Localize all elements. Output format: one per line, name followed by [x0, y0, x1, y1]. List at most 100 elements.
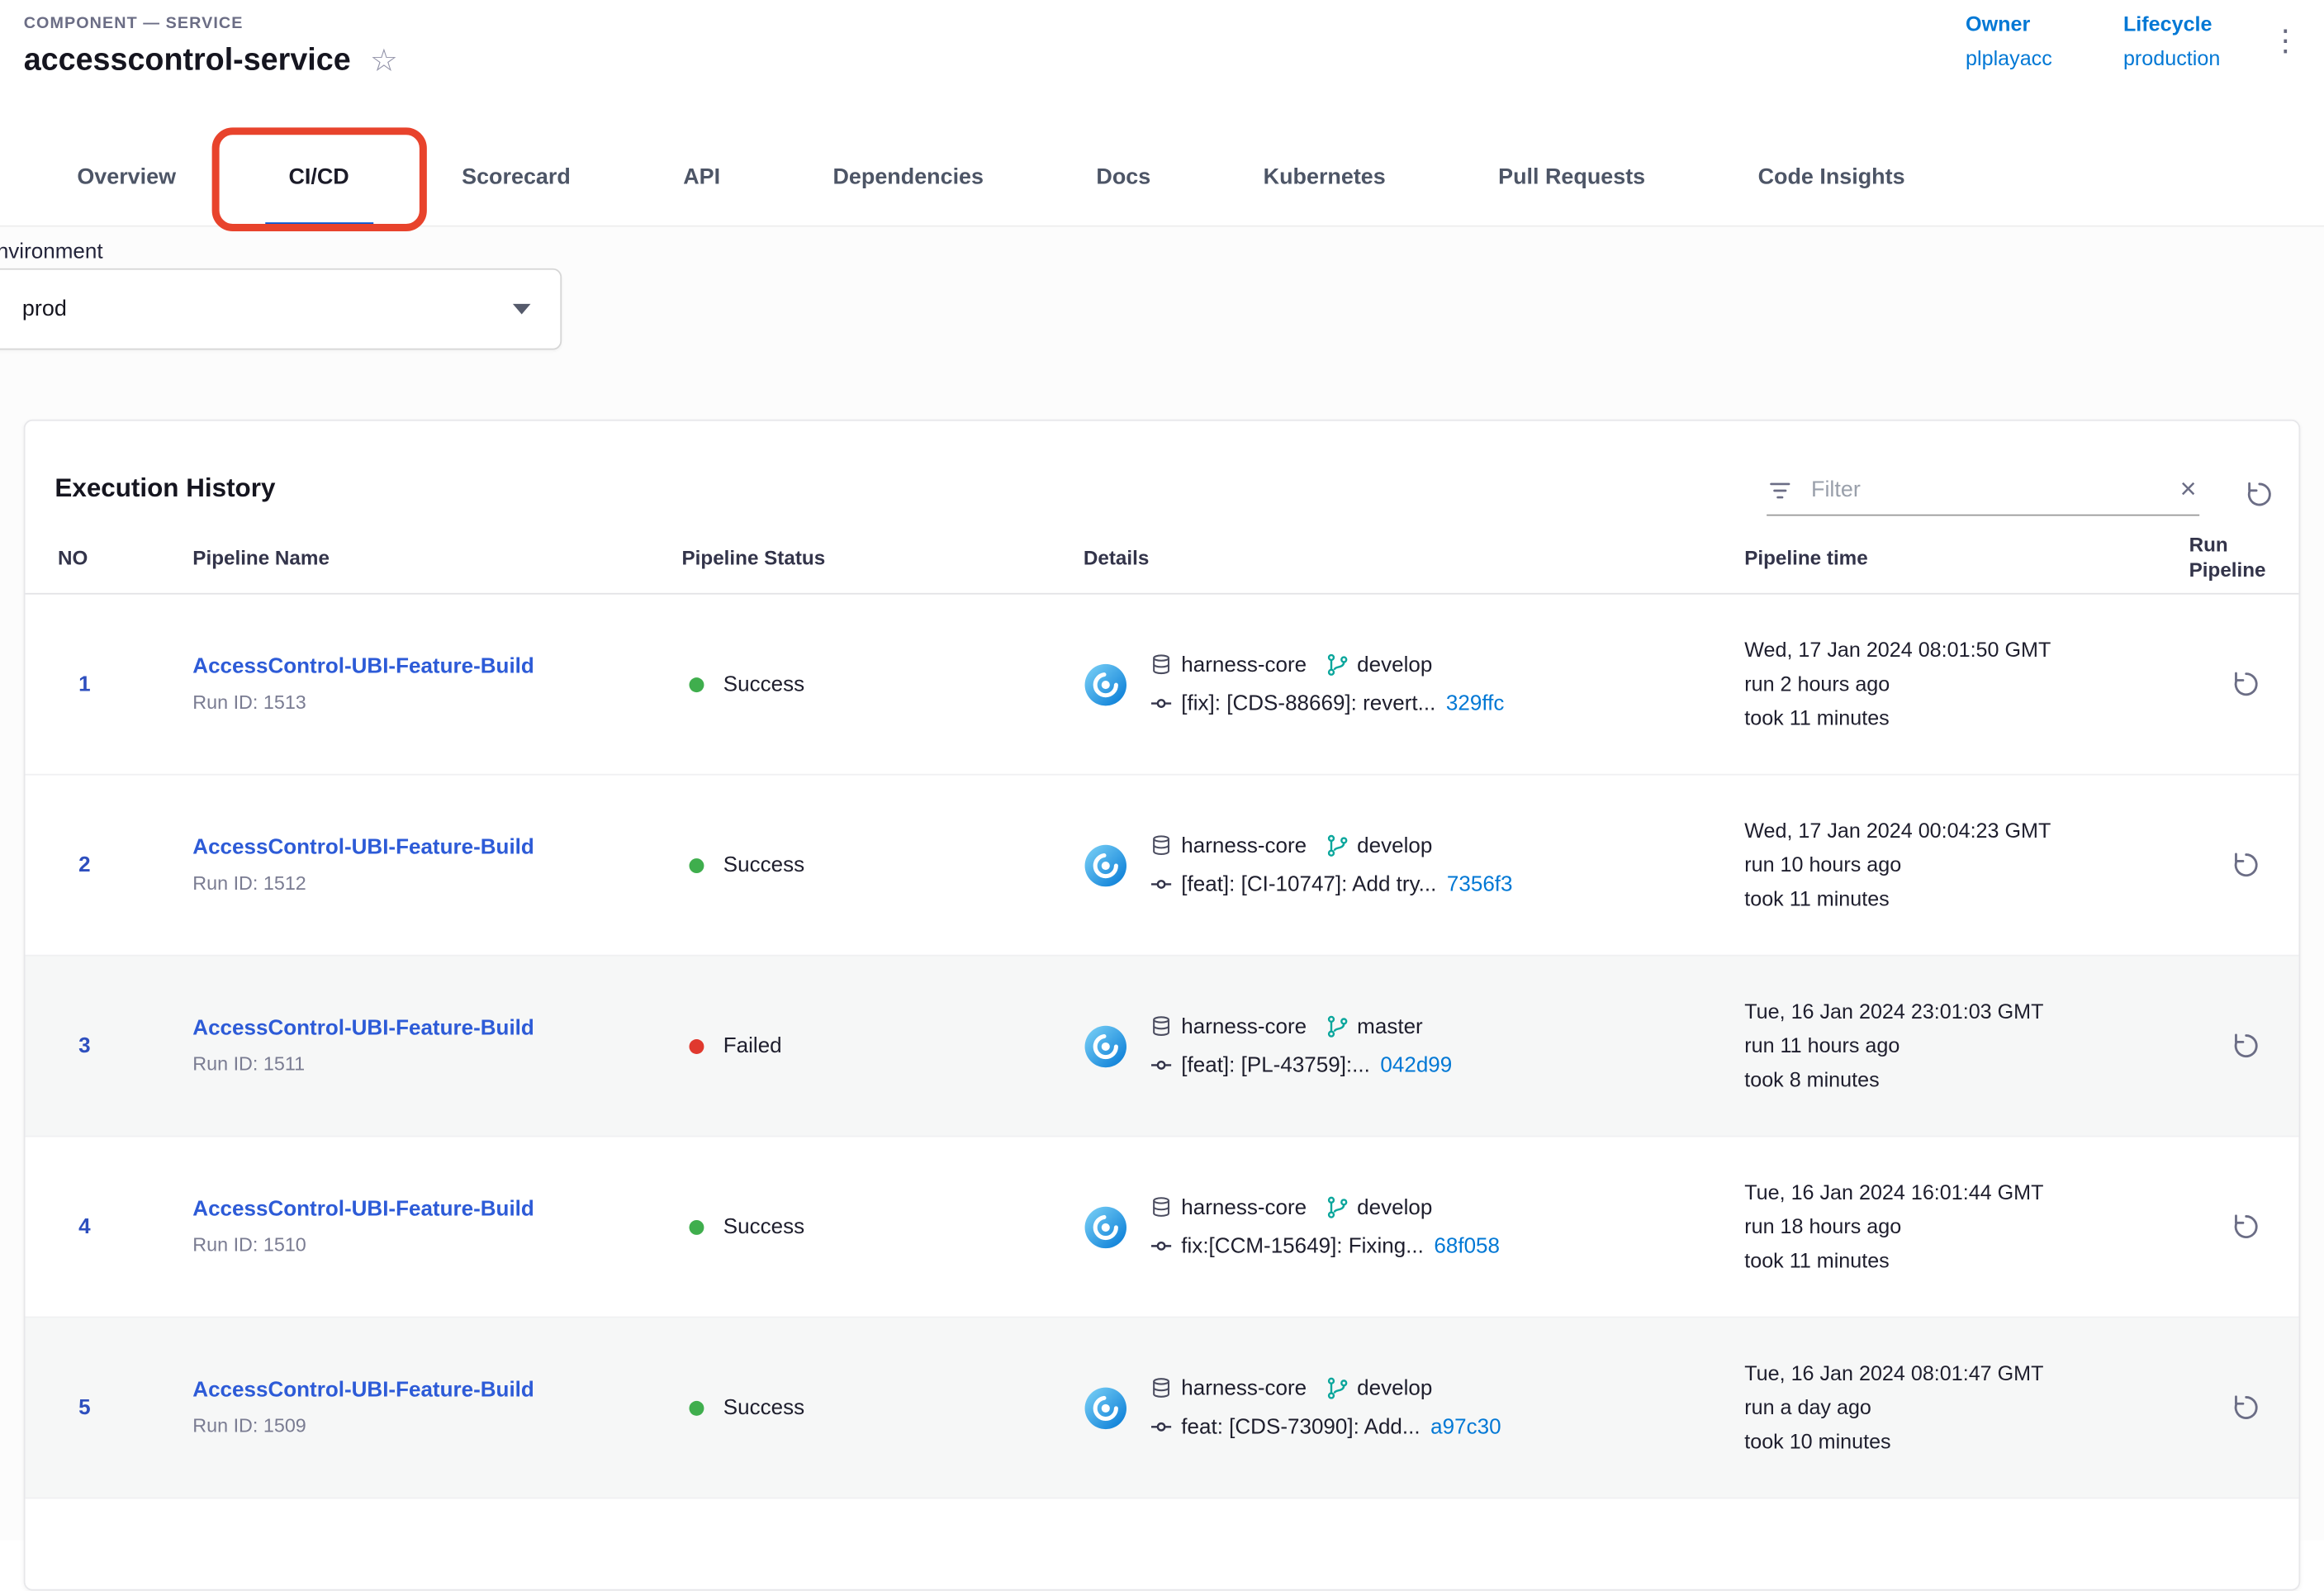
pipeline-name-link[interactable]: AccessControl-UBI-Feature-Build [192, 655, 681, 679]
status-label: Failed [723, 1034, 782, 1058]
repository-icon [1149, 653, 1174, 678]
column-header-pipeline-time: Pipeline time [1744, 546, 2189, 571]
pipeline-time-cell: Tue, 16 Jan 2024 23:01:03 GMT run 11 hou… [1744, 995, 2189, 1097]
rerun-icon [2230, 668, 2261, 700]
pipeline-time-duration: took 11 minutes [1744, 882, 2189, 916]
row-number: 3 [58, 1034, 192, 1058]
chevron-down-icon [513, 304, 531, 315]
tab-scorecard[interactable]: Scorecard [406, 127, 627, 225]
more-options-icon[interactable]: ⋮ [2270, 26, 2300, 56]
repository-icon [1149, 1014, 1174, 1040]
branch-name: master [1357, 1014, 1423, 1038]
pipeline-status-cell: Failed [682, 1034, 1084, 1058]
pipeline-name-link[interactable]: AccessControl-UBI-Feature-Build [192, 1379, 681, 1403]
pipeline-time-duration: took 10 minutes [1744, 1425, 2189, 1459]
commit-message: feat: [CDS-73090]: Add... [1181, 1415, 1420, 1439]
pipeline-name-link[interactable]: AccessControl-UBI-Feature-Build [192, 1198, 681, 1222]
panel-title: Execution History [55, 473, 275, 504]
status-label: Success [723, 672, 804, 696]
git-branch-icon [1325, 833, 1350, 859]
details-cell: harness-core develop feat: [CDS-73090]: … [1084, 1375, 1744, 1439]
run-pipeline-button[interactable] [2230, 849, 2261, 881]
clear-filter-icon[interactable]: × [2177, 476, 2199, 504]
refresh-button[interactable] [2244, 479, 2275, 511]
owner-link[interactable]: plplayacc [1966, 46, 2052, 70]
pipeline-status-cell: Success [682, 672, 1084, 696]
pipeline-time-date: Tue, 16 Jan 2024 23:01:03 GMT [1744, 995, 2189, 1028]
commit-sha-link[interactable]: a97c30 [1430, 1415, 1501, 1439]
git-branch-icon [1325, 1375, 1350, 1401]
git-commit-icon [1149, 691, 1174, 716]
run-id: Run ID: 1510 [192, 1233, 681, 1256]
pipeline-time-duration: took 11 minutes [1744, 1244, 2189, 1278]
commit-sha-link[interactable]: 68f058 [1434, 1234, 1500, 1258]
pipeline-time-relative: run 2 hours ago [1744, 667, 2189, 701]
pipeline-time-cell: Wed, 17 Jan 2024 00:04:23 GMT run 10 hou… [1744, 814, 2189, 916]
lifecycle-label: Lifecycle [2123, 12, 2220, 36]
column-header-no: NO [58, 546, 192, 571]
repository-icon [1149, 833, 1174, 859]
table-row: 3 AccessControl-UBI-Feature-Build Run ID… [26, 957, 2299, 1137]
status-label: Success [723, 1396, 804, 1420]
pipeline-name-link[interactable]: AccessControl-UBI-Feature-Build [192, 836, 681, 860]
git-branch-icon [1325, 1014, 1350, 1040]
tab-docs[interactable]: Docs [1040, 127, 1207, 225]
tab-ci-cd[interactable]: CI/CD [232, 127, 406, 225]
run-pipeline-button[interactable] [2230, 1030, 2261, 1061]
rerun-icon [2230, 849, 2261, 881]
pipeline-time-date: Wed, 17 Jan 2024 00:04:23 GMT [1744, 814, 2189, 848]
commit-message: [feat]: [PL-43759]:... [1181, 1053, 1370, 1077]
pipeline-name-link[interactable]: AccessControl-UBI-Feature-Build [192, 1017, 681, 1041]
commit-message: [fix]: [CDS-88669]: revert... [1181, 691, 1435, 715]
refresh-icon [2244, 479, 2275, 511]
pipeline-icon [1084, 1023, 1128, 1068]
commit-sha-link[interactable]: 042d99 [1380, 1053, 1452, 1077]
pipeline-icon [1084, 843, 1128, 887]
repository-name: harness-core [1181, 833, 1307, 857]
owner-label: Owner [1966, 12, 2052, 36]
details-cell: harness-core develop [feat]: [CI-10747]:… [1084, 833, 1744, 897]
favorite-star-icon[interactable]: ☆ [370, 45, 398, 77]
run-pipeline-button[interactable] [2230, 1392, 2261, 1423]
run-pipeline-button[interactable] [2230, 668, 2261, 700]
tab-dependencies[interactable]: Dependencies [776, 127, 1040, 225]
git-commit-icon [1149, 1414, 1174, 1440]
page: COMPONENT — SERVICE accesscontrol-servic… [0, 0, 2324, 1541]
repository-name: harness-core [1181, 653, 1307, 677]
column-header-pipeline-name: Pipeline Name [192, 546, 681, 571]
tab-code-insights[interactable]: Code Insights [1701, 127, 1961, 225]
tab-kubernetes[interactable]: Kubernetes [1207, 127, 1442, 225]
filter-input[interactable] [1808, 476, 2177, 504]
git-commit-icon [1149, 871, 1174, 897]
rerun-icon [2230, 1211, 2261, 1242]
run-id: Run ID: 1511 [192, 1052, 681, 1075]
git-commit-icon [1149, 1052, 1174, 1078]
row-number: 5 [58, 1396, 192, 1420]
commit-sha-link[interactable]: 7356f3 [1447, 872, 1513, 896]
rerun-icon [2230, 1030, 2261, 1061]
run-pipeline-button[interactable] [2230, 1211, 2261, 1242]
commit-sha-link[interactable]: 329ffc [1446, 691, 1504, 715]
status-dot [689, 1219, 704, 1234]
tab-bar: OverviewCI/CDScorecardAPIDependenciesDoc… [0, 127, 2324, 226]
environment-selected-value: prod [22, 297, 67, 322]
pipeline-time-relative: run 18 hours ago [1744, 1209, 2189, 1243]
repository-name: harness-core [1181, 1014, 1307, 1038]
execution-history-panel: Execution History × NOPipeline Name Pipel… [24, 420, 2301, 1591]
repository-name: harness-core [1181, 1195, 1307, 1219]
run-id: Run ID: 1512 [192, 871, 681, 894]
branch-name: develop [1357, 833, 1432, 857]
execution-table-body: 1 AccessControl-UBI-Feature-Build Run ID… [26, 595, 2299, 1499]
environment-select[interactable]: prod [0, 268, 562, 350]
branch-name: develop [1357, 653, 1432, 677]
status-dot [689, 677, 704, 691]
status-dot [689, 857, 704, 872]
tab-overview[interactable]: Overview [21, 127, 232, 225]
branch-name: develop [1357, 1195, 1432, 1219]
details-cell: harness-core develop fix:[CCM-15649]: Fi… [1084, 1194, 1744, 1258]
tab-pull-requests[interactable]: Pull Requests [1442, 127, 1701, 225]
commit-message: fix:[CCM-15649]: Fixing... [1181, 1234, 1424, 1258]
pipeline-time-date: Tue, 16 Jan 2024 16:01:44 GMT [1744, 1175, 2189, 1209]
tab-api[interactable]: API [627, 127, 776, 225]
lifecycle-value: production [2123, 46, 2220, 70]
